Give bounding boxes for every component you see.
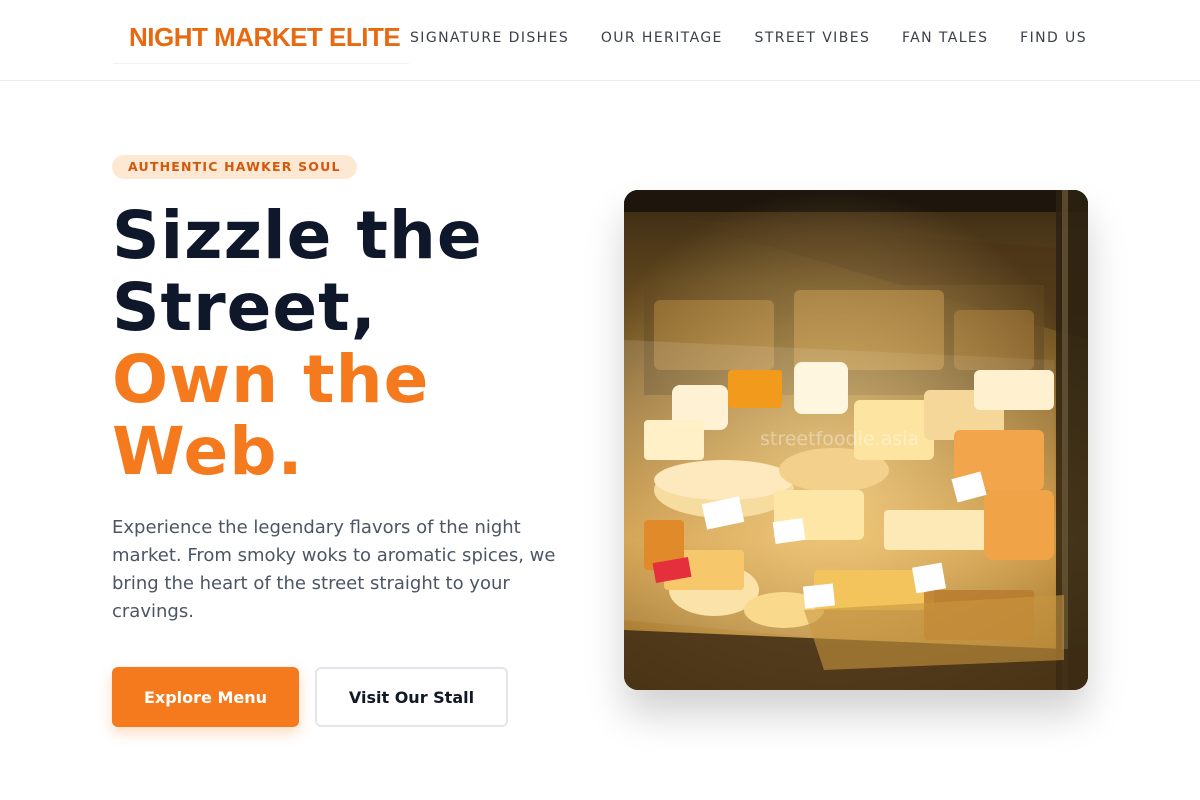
headline-accent-line-1: Own the	[112, 341, 430, 418]
nav-link-street-vibes[interactable]: STREET VIBES	[755, 30, 871, 46]
nav-link-signature-dishes[interactable]: SIGNATURE DISHES	[410, 30, 569, 46]
hero-badge: AUTHENTIC HAWKER SOUL	[112, 155, 357, 179]
hero-description: Experience the legendary flavors of the …	[112, 517, 556, 622]
nav-link-our-heritage[interactable]: OUR HERITAGE	[601, 30, 723, 46]
site-header: NIGHT MARKET ELITE SIGNATURE DISHES OUR …	[0, 0, 1200, 81]
headline-line-2: Street,	[112, 269, 377, 346]
cheese-display-illustration	[624, 190, 1088, 690]
explore-menu-button[interactable]: Explore Menu	[112, 667, 299, 727]
nav-link-find-us[interactable]: FIND US	[1020, 30, 1087, 46]
visit-stall-button[interactable]: Visit Our Stall	[315, 667, 508, 727]
hero-headline: Sizzle the Street, Own the Web.	[112, 200, 582, 488]
nav-link-fan-tales[interactable]: FAN TALES	[902, 30, 988, 46]
headline-accent-line-2: Web.	[112, 413, 304, 490]
site-logo[interactable]: NIGHT MARKET ELITE	[129, 22, 401, 53]
hero-image: streetfoodie.asia	[624, 190, 1088, 690]
logo-container[interactable]: NIGHT MARKET ELITE	[113, 12, 409, 64]
main-nav: SIGNATURE DISHES OUR HERITAGE STREET VIB…	[410, 30, 1087, 46]
headline-line-1: Sizzle the	[112, 197, 483, 274]
